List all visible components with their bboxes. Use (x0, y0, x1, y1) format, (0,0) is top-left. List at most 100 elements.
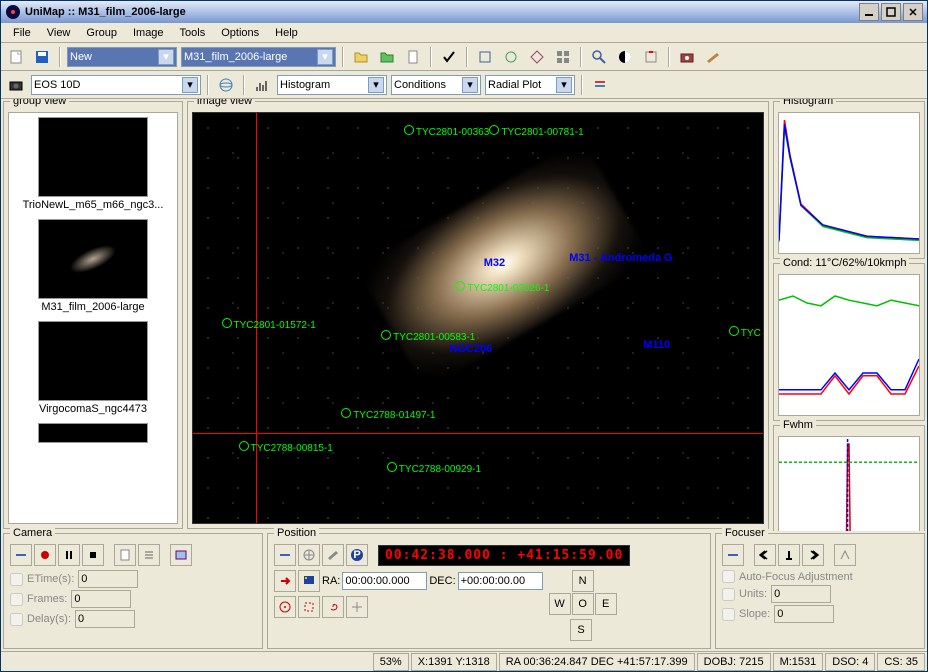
histogram-icon[interactable] (251, 74, 273, 96)
script-icon[interactable] (114, 544, 136, 566)
compass-s[interactable]: S (570, 619, 592, 641)
pos-scope-icon[interactable] (322, 544, 344, 566)
star-label: TYC2801-02026-1 (455, 281, 549, 294)
image-view-label: image view (194, 99, 255, 107)
menu-help[interactable]: Help (267, 25, 306, 41)
object-label: M31 - Andromeda G (569, 252, 673, 264)
combo-histogram[interactable]: Histogram▾ (277, 75, 387, 95)
thumbnail-image (38, 321, 148, 401)
status-dobj: DOBJ: 7215 (697, 653, 771, 671)
export-icon[interactable] (640, 46, 662, 68)
toolbar-primary: New▾ M31_film_2006-large▾ (1, 43, 927, 71)
camera-icon[interactable] (5, 74, 27, 96)
compass-n[interactable]: N (572, 570, 594, 592)
goto-icon[interactable] (274, 570, 296, 592)
pos-connect-icon[interactable] (274, 544, 296, 566)
save-icon[interactable] (31, 46, 53, 68)
menu-tools[interactable]: Tools (172, 25, 214, 41)
menu-view[interactable]: View (39, 25, 79, 41)
grid-icon[interactable] (552, 46, 574, 68)
thumbnail-item[interactable]: VirgocomaS_ngc4473 (13, 321, 173, 415)
star-label: TYC2788-00929-1 (387, 462, 481, 475)
image-view-panel: image view TYC2801-00363TYC2801-00781-1T… (187, 101, 769, 529)
zoom-icon[interactable] (588, 46, 610, 68)
flag-icon[interactable] (298, 570, 320, 592)
focus-out-icon[interactable] (802, 544, 824, 566)
combo-conditions[interactable]: Conditions▾ (391, 75, 481, 95)
crosshair-icon[interactable] (346, 596, 368, 618)
astro-image[interactable]: TYC2801-00363TYC2801-00781-1TYC2801-0202… (192, 112, 764, 524)
image-icon[interactable] (170, 544, 192, 566)
pos-park-icon[interactable]: P (346, 544, 368, 566)
telescope-icon[interactable] (702, 46, 724, 68)
ra-input[interactable] (342, 572, 427, 590)
focuser-label: Focuser (722, 527, 768, 539)
focus-auto-icon[interactable] (834, 544, 856, 566)
dec-input[interactable] (458, 572, 543, 590)
compass-o[interactable]: O (572, 593, 594, 615)
histogram-chart[interactable] (778, 112, 920, 254)
center-icon[interactable] (274, 596, 296, 618)
focuser-connect-icon[interactable] (722, 544, 744, 566)
combo-camera[interactable]: EOS 10D▾ (31, 75, 201, 95)
spiral-icon[interactable] (322, 596, 344, 618)
folder-icon[interactable] (376, 46, 398, 68)
menu-options[interactable]: Options (213, 25, 267, 41)
tool-b-icon[interactable] (500, 46, 522, 68)
maximize-button[interactable] (881, 3, 901, 21)
focus-stop-icon[interactable] (778, 544, 800, 566)
frames-field: 0 (71, 590, 131, 608)
conditions-chart[interactable] (778, 274, 920, 416)
units-field: 0 (771, 585, 831, 603)
pos-target-icon[interactable] (298, 544, 320, 566)
camera-panel: Camera ETime(s):0 Frames:0 Delay(s):0 (3, 533, 263, 649)
combo-radial[interactable]: Radial Plot▾ (485, 75, 575, 95)
status-dso: DSO: 4 (825, 653, 875, 671)
position-label: Position (274, 527, 319, 539)
etime-field: 0 (78, 570, 138, 588)
star-label: TYC2801-00583-1 (381, 330, 475, 343)
check-icon[interactable] (438, 46, 460, 68)
stop-icon[interactable] (82, 544, 104, 566)
camera-tool-icon[interactable] (676, 46, 698, 68)
status-m: M:1531 (773, 653, 824, 671)
select-icon[interactable] (298, 596, 320, 618)
tool-a-icon[interactable] (474, 46, 496, 68)
menu-file[interactable]: File (5, 25, 39, 41)
thumbnail-item[interactable]: M31_film_2006-large (13, 219, 173, 313)
thumbnail-item[interactable]: TrioNewL_m65_m66_ngc3... (13, 117, 173, 211)
pause-icon[interactable] (58, 544, 80, 566)
thumbnail-label: VirgocomaS_ngc4473 (13, 403, 173, 415)
settings-icon[interactable] (589, 74, 611, 96)
close-button[interactable] (903, 3, 923, 21)
combo-new[interactable]: New▾ (67, 47, 177, 67)
menu-group[interactable]: Group (78, 25, 125, 41)
list-icon[interactable] (138, 544, 160, 566)
combo-file[interactable]: M31_film_2006-large▾ (181, 47, 336, 67)
folder-open-icon[interactable] (350, 46, 372, 68)
focus-in-icon[interactable] (754, 544, 776, 566)
svg-text:P: P (353, 549, 360, 561)
tool-c-icon[interactable] (526, 46, 548, 68)
histogram-panel: Histogram (773, 101, 925, 259)
minimize-button[interactable] (859, 3, 879, 21)
record-icon[interactable] (34, 544, 56, 566)
connect-icon[interactable] (10, 544, 32, 566)
globe-icon[interactable] (215, 74, 237, 96)
coords-display: 00:42:38.000 : +41:15:59.00 (378, 545, 630, 566)
object-label: NGC206 (450, 343, 493, 355)
contrast-icon[interactable] (614, 46, 636, 68)
thumbnail-list[interactable]: TrioNewL_m65_m66_ngc3... M31_film_2006-l… (8, 112, 178, 524)
document-icon[interactable] (402, 46, 424, 68)
frames-checkbox (10, 593, 23, 606)
thumbnail-item[interactable] (13, 423, 173, 443)
units-label: Units: (739, 588, 767, 600)
menu-image[interactable]: Image (125, 25, 172, 41)
fwhm-chart[interactable] (778, 436, 920, 531)
compass-w[interactable]: W (549, 593, 571, 615)
star-label: TYC2801-00363 (404, 125, 489, 138)
delay-label: Delay(s): (27, 613, 71, 625)
compass-e[interactable]: E (595, 593, 617, 615)
new-icon[interactable] (5, 46, 27, 68)
slope-checkbox (722, 608, 735, 621)
